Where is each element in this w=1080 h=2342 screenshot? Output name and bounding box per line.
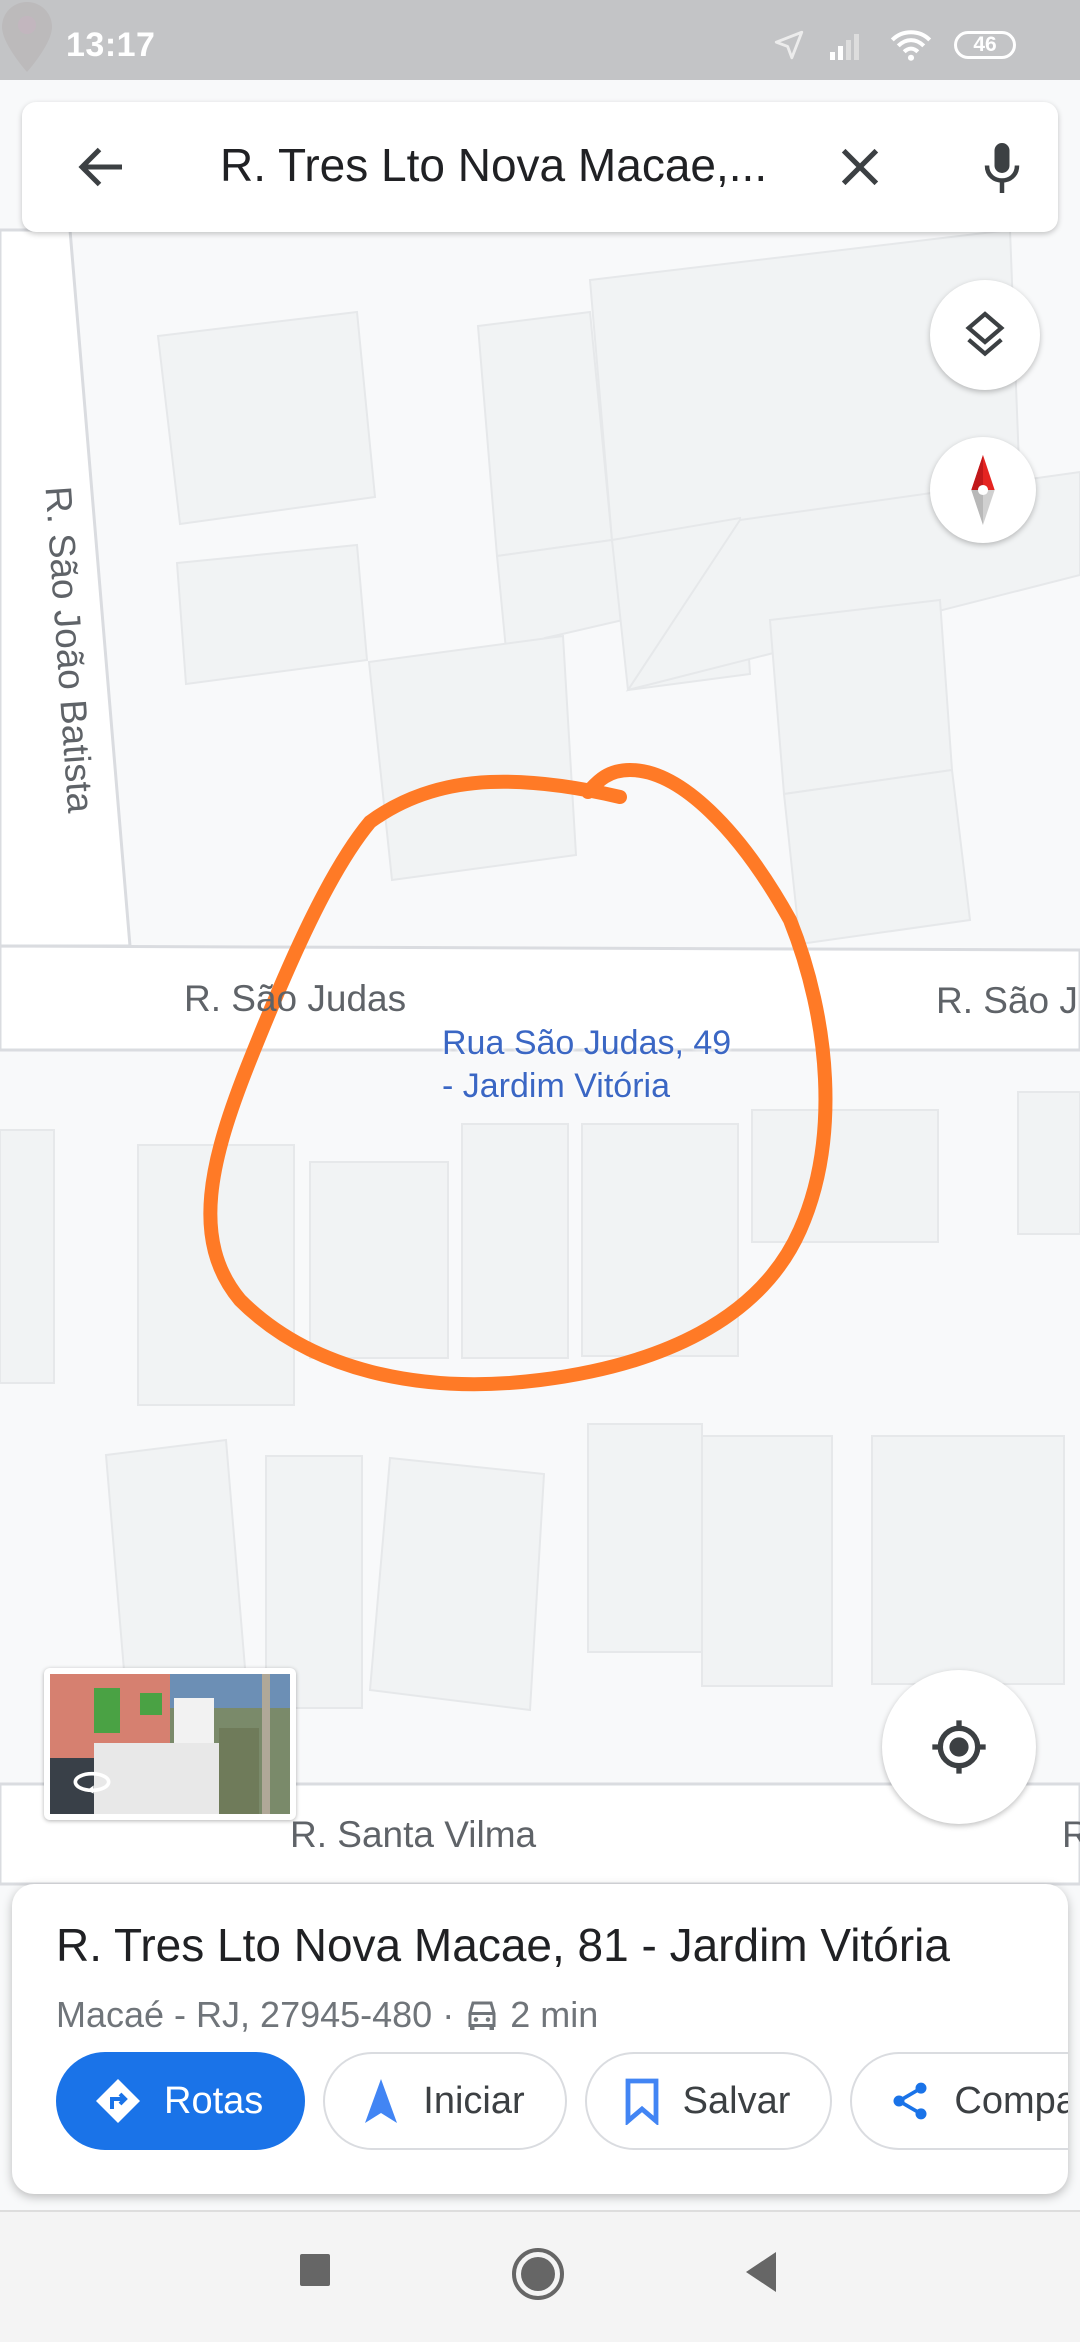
- back-button[interactable]: [742, 2250, 782, 2294]
- search-bar[interactable]: R. Tres Lto Nova Macae,...: [22, 102, 1058, 232]
- home-button[interactable]: [510, 2246, 566, 2302]
- my-location-icon: [932, 1720, 986, 1774]
- building: [461, 1123, 569, 1359]
- place-title: R. Tres Lto Nova Macae, 81 - Jardim Vitó…: [56, 1919, 950, 1971]
- start-label: Iniciar: [423, 2079, 525, 2122]
- save-button[interactable]: Salvar: [584, 2052, 833, 2150]
- layers-icon: [965, 311, 1005, 357]
- street-label-sao-judas-right: R. São J: [936, 980, 1078, 1021]
- share-label: Compartilhar: [954, 2079, 1068, 2122]
- search-input[interactable]: R. Tres Lto Nova Macae,...: [220, 138, 767, 192]
- place-card[interactable]: R. Tres Lto Nova Macae, 81 - Jardim Vitó…: [12, 1884, 1068, 2194]
- place-subtitle: Macaé - RJ, 27945-480 · 2 min: [56, 1994, 598, 2036]
- street-label-right-partial: R: [1062, 1814, 1080, 1855]
- car-icon: [468, 2001, 496, 2030]
- street-label-santa-vilma: R. Santa Vilma: [290, 1814, 537, 1855]
- building: [156, 310, 377, 526]
- wifi-icon: [890, 30, 932, 61]
- compass-button[interactable]: [930, 437, 1036, 543]
- signal-icon: [830, 34, 859, 60]
- drive-time: 2 min: [510, 1994, 599, 2035]
- directions-label: Rotas: [164, 2079, 264, 2122]
- building: [782, 768, 972, 946]
- building: [768, 598, 954, 796]
- share-button[interactable]: Compartilhar: [850, 2052, 1068, 2150]
- compass-icon: [971, 455, 995, 525]
- share-icon: [893, 2082, 927, 2120]
- pin-label[interactable]: Rua São Judas, 49 - Jardim Vitória: [442, 1022, 731, 1108]
- building: [1017, 1091, 1080, 1235]
- building: [0, 1129, 55, 1384]
- bookmark-icon: [625, 2078, 659, 2125]
- map-canvas[interactable]: R. São João Batista R. São Judas R. São …: [0, 0, 1080, 2210]
- building: [175, 543, 369, 686]
- status-bar: 13:17 46: [0, 0, 1080, 80]
- building: [309, 1161, 449, 1359]
- street-label-sao-judas: R. São Judas: [184, 978, 407, 1019]
- building: [701, 1435, 833, 1687]
- building: [476, 310, 614, 558]
- navigation-arrow-icon: [365, 2079, 398, 2123]
- status-time: 13:17: [66, 26, 156, 64]
- building: [751, 1109, 939, 1243]
- building: [871, 1435, 1065, 1685]
- building: [587, 1423, 703, 1653]
- start-button[interactable]: Iniciar: [323, 2052, 567, 2150]
- microphone-icon[interactable]: [972, 137, 1032, 199]
- location-arrow-icon: [774, 30, 804, 60]
- close-icon[interactable]: [832, 139, 888, 195]
- action-chips: Rotas Iniciar Salvar Compartilhar: [56, 2052, 1068, 2150]
- street-view-thumbnail[interactable]: [44, 1668, 296, 1820]
- pin-label-line1: Rua São Judas, 49: [442, 1024, 732, 1062]
- pin-label-line2: - Jardim Vitória: [442, 1067, 670, 1105]
- separator: ·: [442, 1994, 455, 2035]
- recents-button[interactable]: [298, 2250, 334, 2290]
- place-address: Macaé - RJ, 27945-480: [56, 1994, 433, 2035]
- layers-button[interactable]: [930, 280, 1040, 390]
- directions-icon: [96, 2079, 140, 2123]
- rotate-360-icon: [73, 1771, 111, 1794]
- system-nav-bar: [0, 2210, 1080, 2342]
- directions-button[interactable]: Rotas: [56, 2052, 306, 2150]
- my-location-button[interactable]: [882, 1670, 1036, 1824]
- save-label: Salvar: [682, 2079, 791, 2122]
- battery-icon: 46: [954, 31, 1016, 59]
- building: [368, 1456, 546, 1712]
- street-view-image: [50, 1674, 290, 1814]
- building: [367, 634, 578, 882]
- arrow-left-icon[interactable]: [72, 137, 132, 197]
